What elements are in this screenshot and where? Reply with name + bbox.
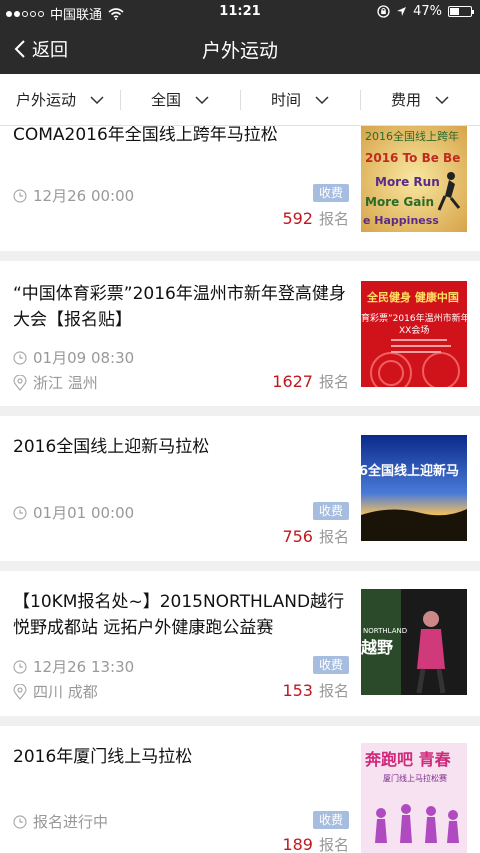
thumb-text: More Run xyxy=(375,175,440,189)
battery-percent: 47% xyxy=(413,4,442,19)
event-item[interactable]: 【10KM报名处~】2015NORTHLAND越行悦野成都站 远拓户外健康跑公益… xyxy=(0,571,480,726)
thumb-text: 2016 To Be Be xyxy=(365,151,460,165)
signup-count-number: 153 xyxy=(282,681,313,700)
filter-fee-label: 费用 xyxy=(390,91,421,109)
event-thumbnail: 奔跑吧 青春 厦门线上马拉松赛 xyxy=(361,743,467,853)
chevron-down-icon xyxy=(435,95,449,104)
fee-badge: 收费 xyxy=(313,502,349,520)
event-item[interactable]: COMA2016年全国线上跨年马拉松 12月26 00:00 收费 592 报名 … xyxy=(0,126,480,261)
event-time-text: 01月09 08:30 xyxy=(33,349,135,367)
event-thumbnail: 6全国线上迎新马 xyxy=(361,435,467,541)
rotation-lock-icon xyxy=(377,5,390,18)
event-location-text: 四川 成都 xyxy=(33,683,98,701)
thumb-text: XX会场 xyxy=(399,324,429,336)
filter-time-label: 时间 xyxy=(270,91,301,109)
signup-count-number: 592 xyxy=(282,209,313,228)
thumb-text: 6全国线上迎新马 xyxy=(361,463,459,479)
chevron-down-icon xyxy=(315,95,329,104)
event-status-text: 报名进行中 xyxy=(33,813,109,831)
location-pin-icon xyxy=(13,374,27,391)
fee-badge: 收费 xyxy=(313,184,349,202)
event-title: 2016全国线上迎新马拉松 xyxy=(13,437,210,457)
signup-count-label: 报名 xyxy=(318,373,349,391)
signup-count: 1627 报名 xyxy=(272,371,349,392)
event-title: 【10KM报名处~】2015NORTHLAND越行悦野成都站 远拓户外健康跑公益… xyxy=(13,592,345,638)
signup-count: 189 报名 xyxy=(282,834,349,853)
signup-count-label: 报名 xyxy=(318,528,349,546)
thumb-text: NORTHLAND xyxy=(363,627,407,635)
status-bar: 中国联通 11:21 47% xyxy=(0,0,480,24)
filter-category[interactable]: 户外运动 xyxy=(0,74,120,125)
filter-region-label: 全国 xyxy=(150,91,181,109)
clock-icon xyxy=(13,188,27,203)
location-pin-icon xyxy=(13,683,27,700)
signup-count-label: 报名 xyxy=(318,210,349,228)
event-thumbnail: 2016全国线上跨年 2016 To Be Be More Run More G… xyxy=(361,126,467,232)
filter-fee[interactable]: 费用 xyxy=(360,74,480,125)
signup-count-number: 189 xyxy=(282,835,313,853)
page-title: 户外运动 xyxy=(201,40,278,62)
signup-count: 592 报名 xyxy=(282,208,349,229)
event-time: 12月26 13:30 xyxy=(13,656,134,677)
nav-bar: 返回 户外运动 xyxy=(0,24,480,74)
event-time-text: 01月01 00:00 xyxy=(33,504,135,522)
event-title: “中国体育彩票”2016年温州市新年登高健身大会【报名贴】 xyxy=(13,284,346,330)
chevron-down-icon xyxy=(195,95,209,104)
clock-icon xyxy=(13,659,27,674)
signup-count-number: 756 xyxy=(282,527,313,546)
thumb-text: 越野 xyxy=(361,638,393,657)
fee-badge: 收费 xyxy=(313,811,349,829)
event-item[interactable]: “中国体育彩票”2016年温州市新年登高健身大会【报名贴】 01月09 08:3… xyxy=(0,261,480,416)
event-location: 四川 成都 xyxy=(13,681,98,702)
battery-icon xyxy=(448,6,474,17)
filter-bar: 户外运动 全国 时间 费用 xyxy=(0,74,480,126)
event-item[interactable]: 2016全国线上迎新马拉松 01月01 00:00 收费 756 报名 6全国线上… xyxy=(0,416,480,571)
signup-count: 153 报名 xyxy=(282,680,349,701)
thumb-text: 奔跑吧 青春 xyxy=(364,750,452,769)
thumb-text: 2016全国线上跨年 xyxy=(365,129,459,143)
filter-category-label: 户外运动 xyxy=(15,91,76,109)
event-time: 01月09 08:30 xyxy=(13,347,134,368)
event-time: 12月26 00:00 xyxy=(13,185,134,206)
chevron-down-icon xyxy=(90,95,104,104)
thumb-text: 厦门线上马拉松赛 xyxy=(383,773,447,783)
filter-time[interactable]: 时间 xyxy=(240,74,360,125)
event-time-text: 12月26 00:00 xyxy=(33,187,135,205)
clock-icon xyxy=(13,505,27,520)
event-title: COMA2016年全国线上跨年马拉松 xyxy=(13,126,278,145)
fee-badge: 收费 xyxy=(313,656,349,674)
signup-count-label: 报名 xyxy=(318,836,349,853)
thumb-text: 全民健身 健康中国 xyxy=(366,290,459,304)
event-location-text: 浙江 温州 xyxy=(33,374,98,392)
event-thumbnail: 越野 NORTHLAND xyxy=(361,589,467,695)
event-time-text: 12月26 13:30 xyxy=(33,658,135,676)
event-time: 01月01 00:00 xyxy=(13,502,134,523)
clock-icon xyxy=(13,350,27,365)
thumb-text: 育彩票”2016年温州市新年登高 xyxy=(361,312,467,324)
signup-count-label: 报名 xyxy=(318,682,349,700)
location-arrow-icon xyxy=(397,7,407,16)
signup-count-number: 1627 xyxy=(272,372,313,391)
filter-region[interactable]: 全国 xyxy=(120,74,240,125)
event-title: 2016年厦门线上马拉松 xyxy=(13,747,193,767)
clock-icon xyxy=(13,814,27,829)
signup-count: 756 报名 xyxy=(282,526,349,547)
event-status: 报名进行中 xyxy=(13,811,108,832)
event-thumbnail: 全民健身 健康中国 育彩票”2016年温州市新年登高 XX会场 xyxy=(361,281,467,387)
event-location: 浙江 温州 xyxy=(13,372,98,393)
thumb-text: e Happiness xyxy=(363,214,439,227)
thumb-text: More Gain xyxy=(365,195,434,209)
event-item[interactable]: 2016年厦门线上马拉松 报名进行中 收费 189 报名 奔跑吧 青春 厦门线上马… xyxy=(0,726,480,853)
event-list: COMA2016年全国线上跨年马拉松 12月26 00:00 收费 592 报名 … xyxy=(0,126,480,853)
